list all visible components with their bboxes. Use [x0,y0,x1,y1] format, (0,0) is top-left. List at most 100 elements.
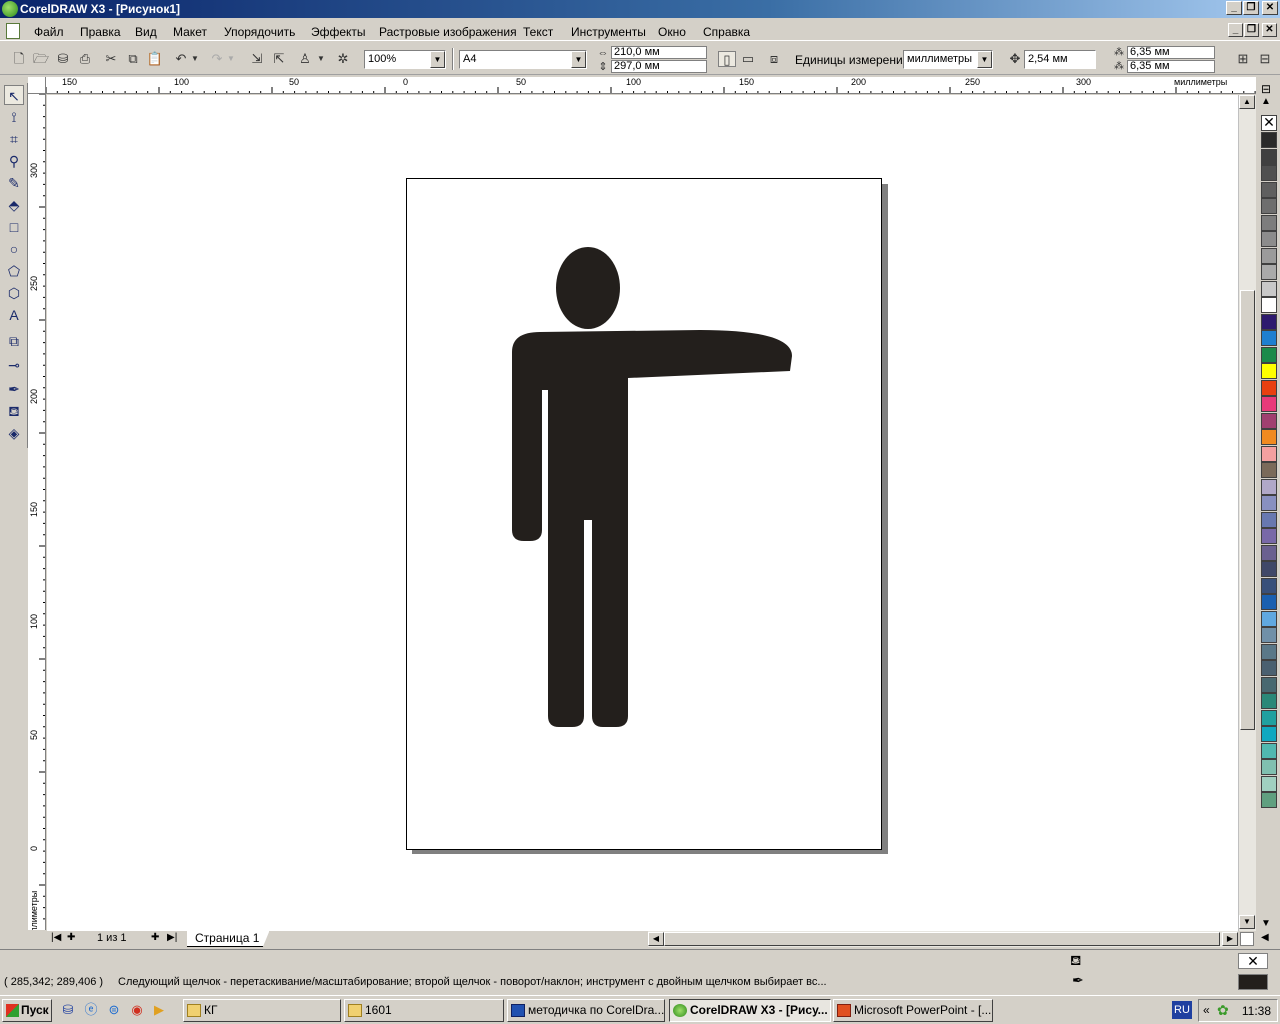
color-swatch[interactable] [1261,429,1277,445]
color-swatch[interactable] [1261,528,1277,544]
color-swatch[interactable] [1261,759,1277,775]
palette-expand-icon[interactable]: ◀ [1261,932,1269,943]
add-page-icon[interactable]: ✚ [151,932,159,943]
status-bar: ( 285,342; 289,406 ) Следующий щелчок - … [0,949,1280,993]
chrome-icon[interactable]: ◉ [129,1002,145,1018]
task-label: CorelDRAW X3 - [Рису... [690,1003,828,1017]
color-swatch[interactable] [1261,660,1277,676]
color-swatch[interactable] [1261,792,1277,808]
palette-menu-icon[interactable]: ⊟ [1261,82,1271,96]
color-swatch[interactable] [1261,544,1277,561]
coreldraw-icon [673,1004,687,1017]
drawing-layer [512,247,792,727]
last-page-icon[interactable]: ▶| [167,932,177,943]
vertical-scroll-thumb[interactable] [1240,290,1255,730]
page-counter: 1 из 1 [97,932,127,944]
taskbar-item-kg[interactable]: КГ [183,999,341,1022]
figure-body[interactable] [512,330,792,727]
color-swatch[interactable] [1261,363,1277,379]
color-swatch[interactable] [1261,742,1277,759]
horizontal-scrollbar[interactable]: ◀ ▶ [648,931,1238,947]
language-indicator[interactable]: RU [1172,1001,1192,1019]
scroll-left-icon[interactable]: ◀ [648,932,664,946]
color-swatch[interactable] [1261,511,1277,528]
color-swatch[interactable] [1261,198,1277,214]
color-swatch[interactable] [1261,148,1277,165]
horizontal-scroll-thumb[interactable] [664,932,1220,946]
outline-color-swatch[interactable] [1238,974,1268,990]
color-swatch[interactable] [1261,396,1277,412]
color-swatch[interactable] [1261,478,1277,495]
color-swatch[interactable] [1261,231,1277,247]
color-swatch[interactable] [1261,693,1277,709]
fill-indicator-icon[interactable]: ⛾ [1070,952,1081,971]
color-swatch[interactable] [1261,561,1277,577]
color-swatch[interactable] [1261,709,1277,726]
folder-icon [187,1004,201,1017]
taskbar-item-word[interactable]: методичка по CorelDra... [507,999,665,1022]
color-swatch[interactable] [1261,297,1277,313]
color-palette: ⊟ ▲ ✕ ▼ ◀ [1258,80,1280,948]
color-swatch[interactable] [1261,181,1277,198]
outlook-icon[interactable]: ⊜ [106,1002,122,1018]
color-swatch[interactable] [1261,594,1277,610]
color-swatch[interactable] [1261,775,1277,792]
system-tray: « ✿ 11:38 [1198,999,1278,1022]
status-hint: Следующий щелчок - перетаскивание/масшта… [118,976,827,988]
color-swatch[interactable] [1261,627,1277,643]
color-swatch[interactable] [1261,214,1277,231]
task-label: Microsoft PowerPoint - [... [854,1003,992,1017]
first-page-icon[interactable]: |◀ [51,932,61,943]
task-label: 1601 [365,1003,392,1017]
outline-indicator-icon[interactable]: ✒ [1072,972,1084,989]
color-swatch[interactable] [1261,330,1277,346]
start-button[interactable]: Пуск [2,999,52,1022]
media-player-icon[interactable]: ▶ [151,1002,167,1018]
color-swatch[interactable] [1261,676,1277,693]
palette-scroll-up-icon[interactable]: ▲ [1261,96,1271,107]
color-swatch[interactable] [1261,264,1277,280]
scroll-right-icon[interactable]: ▶ [1222,932,1238,946]
taskbar-item-1601[interactable]: 1601 [344,999,504,1022]
folder-icon [348,1004,362,1017]
color-swatch[interactable] [1261,280,1277,297]
start-label: Пуск [21,1003,49,1017]
color-swatch[interactable] [1261,247,1277,264]
scroll-down-icon[interactable]: ▼ [1239,915,1255,929]
color-swatch[interactable] [1261,132,1277,148]
tray-expand-icon[interactable]: « [1203,1003,1210,1017]
scroll-up-icon[interactable]: ▲ [1239,95,1255,109]
taskbar-item-coreldraw[interactable]: CorelDRAW X3 - [Рису... [669,999,831,1022]
color-swatch[interactable] [1261,462,1277,478]
color-swatch[interactable] [1261,643,1277,660]
task-label: методичка по CorelDra... [528,1003,665,1017]
prev-page-icon[interactable]: ✚ [67,932,75,943]
color-swatch[interactable] [1261,313,1277,330]
color-swatch[interactable] [1261,577,1277,594]
tab-page-1[interactable]: Страница 1 [187,931,270,947]
vertical-scrollbar[interactable]: ▲ ▼ [1238,95,1256,931]
color-swatch[interactable] [1261,495,1277,511]
taskbar: Пуск ⛁ ⓔ ⊜ ◉ ▶ КГ 1601 методичка по Core… [0,995,1280,1024]
save-quicklaunch-icon[interactable]: ⛁ [60,1002,76,1018]
color-swatch[interactable] [1261,412,1277,429]
antivirus-icon[interactable]: ✿ [1217,1002,1229,1019]
figure-head[interactable] [556,247,620,329]
color-swatch[interactable] [1261,726,1277,742]
zoom-corner-icon[interactable] [1240,932,1254,946]
powerpoint-icon [837,1004,851,1017]
taskbar-item-powerpoint[interactable]: Microsoft PowerPoint - [... [833,999,993,1022]
task-label: КГ [204,1003,218,1017]
color-swatch[interactable] [1261,379,1277,396]
color-swatch[interactable] [1261,445,1277,462]
color-swatch[interactable] [1261,165,1277,181]
no-fill-swatch[interactable]: ✕ [1261,115,1277,131]
fill-none-swatch[interactable]: ✕ [1238,953,1268,969]
clock: 11:38 [1241,1004,1271,1018]
color-swatch[interactable] [1261,346,1277,363]
color-swatch[interactable] [1261,610,1277,627]
word-icon [511,1004,525,1017]
ie-icon[interactable]: ⓔ [83,1002,99,1018]
cursor-coordinates: ( 285,342; 289,406 ) [4,976,104,988]
palette-scroll-down-icon[interactable]: ▼ [1261,918,1271,929]
